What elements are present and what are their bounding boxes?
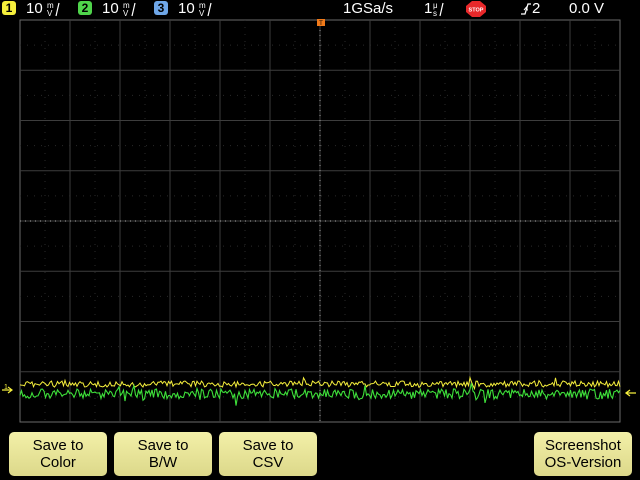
softkey-line2: B/W xyxy=(148,454,178,471)
ground-marker-label: 1 xyxy=(4,384,8,391)
svg-text:T: T xyxy=(319,21,323,27)
softkey-bar: Save to Color Save to B/W Save to CSV Sc… xyxy=(0,430,640,480)
channel-3-unit: m V xyxy=(199,1,212,17)
screenshot-os-version-button[interactable]: Screenshot OS-Version xyxy=(534,432,632,476)
waveform-display[interactable]: T 1 xyxy=(0,18,640,430)
trigger-edge-icon xyxy=(521,3,531,15)
channel-3-scale: 10 xyxy=(178,0,195,17)
softkey-line2: CSV xyxy=(252,454,284,471)
channel-3-badge[interactable]: 3 xyxy=(154,1,168,15)
svg-text:V: V xyxy=(47,9,53,17)
save-csv-button[interactable]: Save to CSV xyxy=(219,432,317,476)
svg-text:V: V xyxy=(123,9,129,17)
save-color-button[interactable]: Save to Color xyxy=(9,432,107,476)
svg-text:V: V xyxy=(199,9,205,17)
run-state-label: STOP xyxy=(469,8,484,14)
channel-1-badge[interactable]: 1 xyxy=(2,1,16,15)
softkey-line1: Screenshot xyxy=(545,437,621,454)
softkey-line1: Save to xyxy=(242,437,294,454)
timebase-unit: μ s xyxy=(433,1,444,17)
channel-2-unit: m V xyxy=(123,1,136,17)
channel-1-scale: 10 xyxy=(26,0,43,17)
channel-2-badge[interactable]: 2 xyxy=(78,1,92,15)
softkey-line1: Save to xyxy=(137,437,189,454)
softkey-line2: Color xyxy=(40,454,76,471)
save-bw-button[interactable]: Save to B/W xyxy=(114,432,212,476)
softkey-line2: OS-Version xyxy=(544,454,622,471)
trigger-position-marker: T xyxy=(317,19,325,27)
channel-2-scale: 10 xyxy=(102,0,119,17)
svg-text:s: s xyxy=(433,9,437,17)
softkey-line1: Save to xyxy=(32,437,84,454)
trigger-channel: 2 xyxy=(532,0,541,17)
trigger-level: 0.0 V xyxy=(569,0,605,17)
status-bar: 1 10 m V 2 10 m V 3 10 m V 1GSa/s 1 μ s … xyxy=(0,0,640,18)
sample-rate: 1GSa/s xyxy=(343,0,394,17)
stop-icon[interactable]: STOP xyxy=(466,1,486,17)
channel-1-unit: m V xyxy=(47,1,60,17)
